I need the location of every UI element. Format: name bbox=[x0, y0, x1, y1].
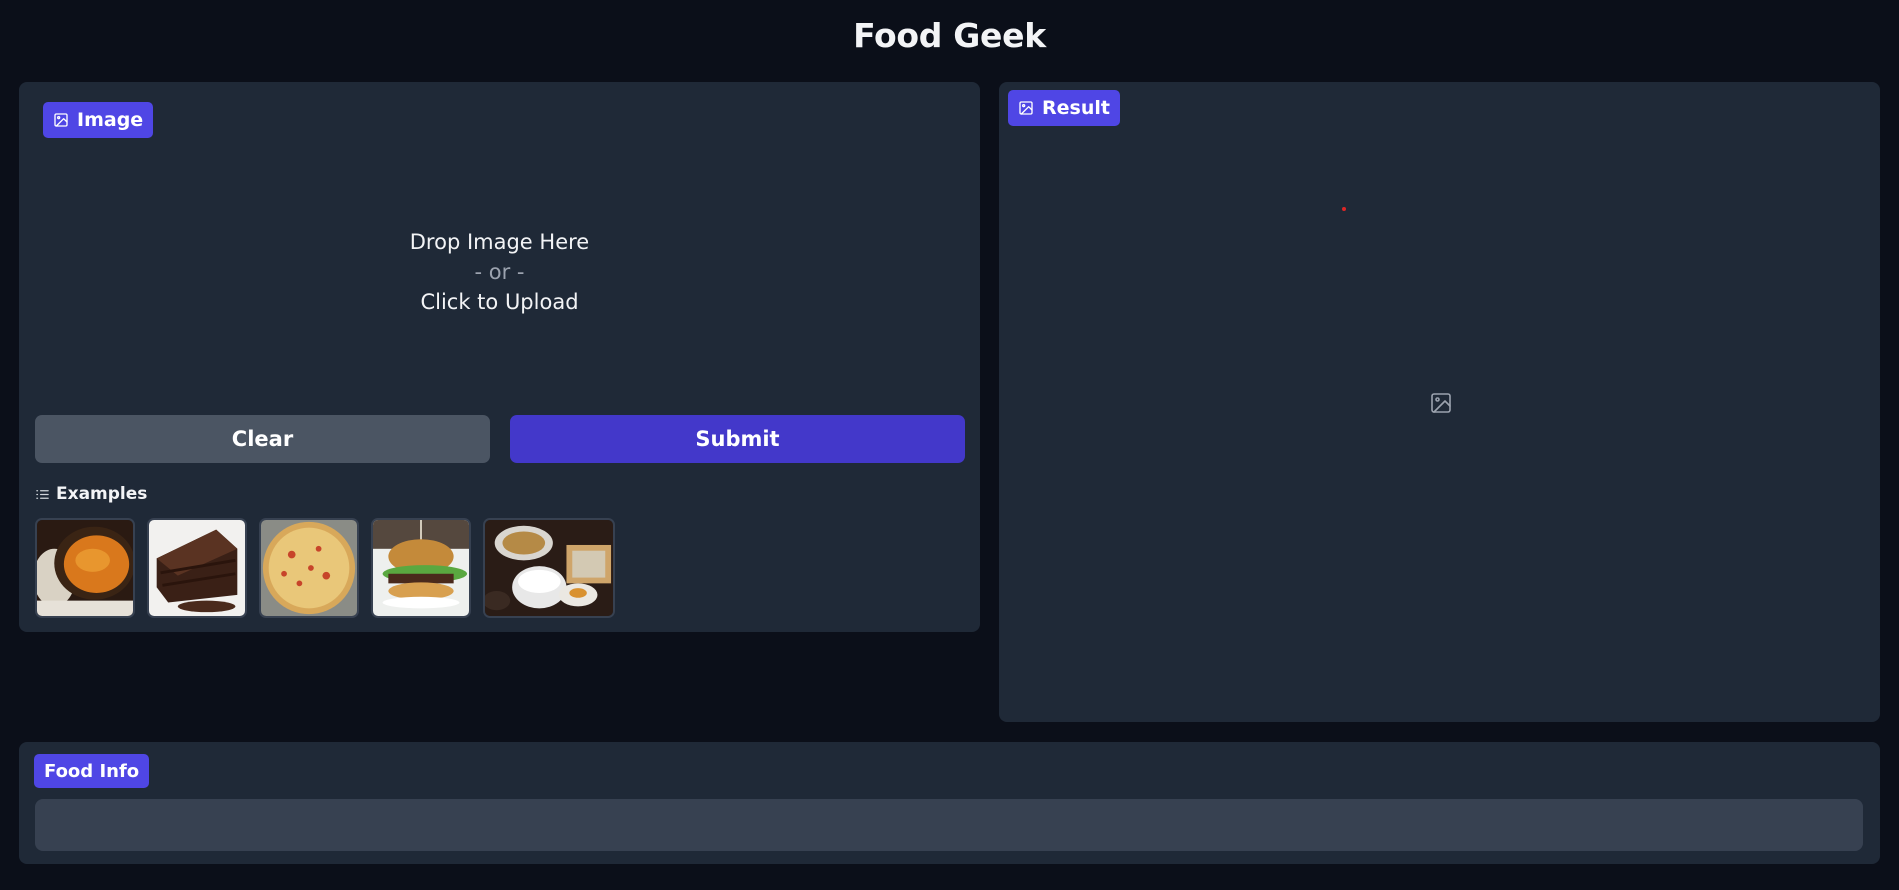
image-drop-zone[interactable]: Drop Image Here - or - Click to Upload bbox=[34, 142, 965, 402]
food-info-label-badge: Food Info bbox=[34, 754, 150, 788]
food-info-panel: Food Info bbox=[19, 742, 1880, 864]
image-label-text: Image bbox=[77, 109, 144, 131]
hamburger-image bbox=[373, 520, 469, 616]
image-placeholder-icon bbox=[1431, 393, 1451, 413]
page-title: Food Geek bbox=[853, 16, 1046, 55]
drop-image-text: Drop Image Here bbox=[409, 230, 590, 254]
examples-header: Examples bbox=[35, 484, 147, 504]
list-icon bbox=[36, 489, 49, 499]
image-icon bbox=[54, 113, 68, 127]
chocolate-cake-image bbox=[149, 520, 245, 616]
image-input-panel: Image Drop Image Here - or - Click to Up… bbox=[19, 82, 980, 632]
example-thumbnail-chocolate-cake[interactable] bbox=[147, 518, 247, 618]
food-info-label-text: Food Info bbox=[44, 760, 140, 782]
submit-button[interactable]: Submit bbox=[510, 415, 965, 463]
status-dot bbox=[1342, 207, 1346, 211]
japanese-meal-image bbox=[485, 520, 613, 616]
result-panel: Result bbox=[999, 82, 1880, 722]
example-thumbnail-japanese-meal[interactable] bbox=[483, 518, 615, 618]
result-label-text: Result bbox=[1042, 97, 1110, 119]
example-thumbnail-curry[interactable] bbox=[35, 518, 135, 618]
image-label-badge: Image bbox=[43, 102, 154, 138]
click-to-upload-text: Click to Upload bbox=[420, 290, 579, 314]
food-info-textbox[interactable] bbox=[35, 799, 1863, 851]
image-icon bbox=[1019, 101, 1033, 115]
examples-gallery bbox=[35, 518, 615, 618]
pizza-image bbox=[261, 520, 357, 616]
examples-label-text: Examples bbox=[56, 484, 148, 504]
result-label-badge: Result bbox=[1008, 90, 1120, 126]
clear-button[interactable]: Clear bbox=[35, 415, 490, 463]
or-separator-text: - or - bbox=[474, 260, 525, 284]
curry-image bbox=[37, 520, 133, 616]
example-thumbnail-hamburger[interactable] bbox=[371, 518, 471, 618]
example-thumbnail-pizza[interactable] bbox=[259, 518, 359, 618]
